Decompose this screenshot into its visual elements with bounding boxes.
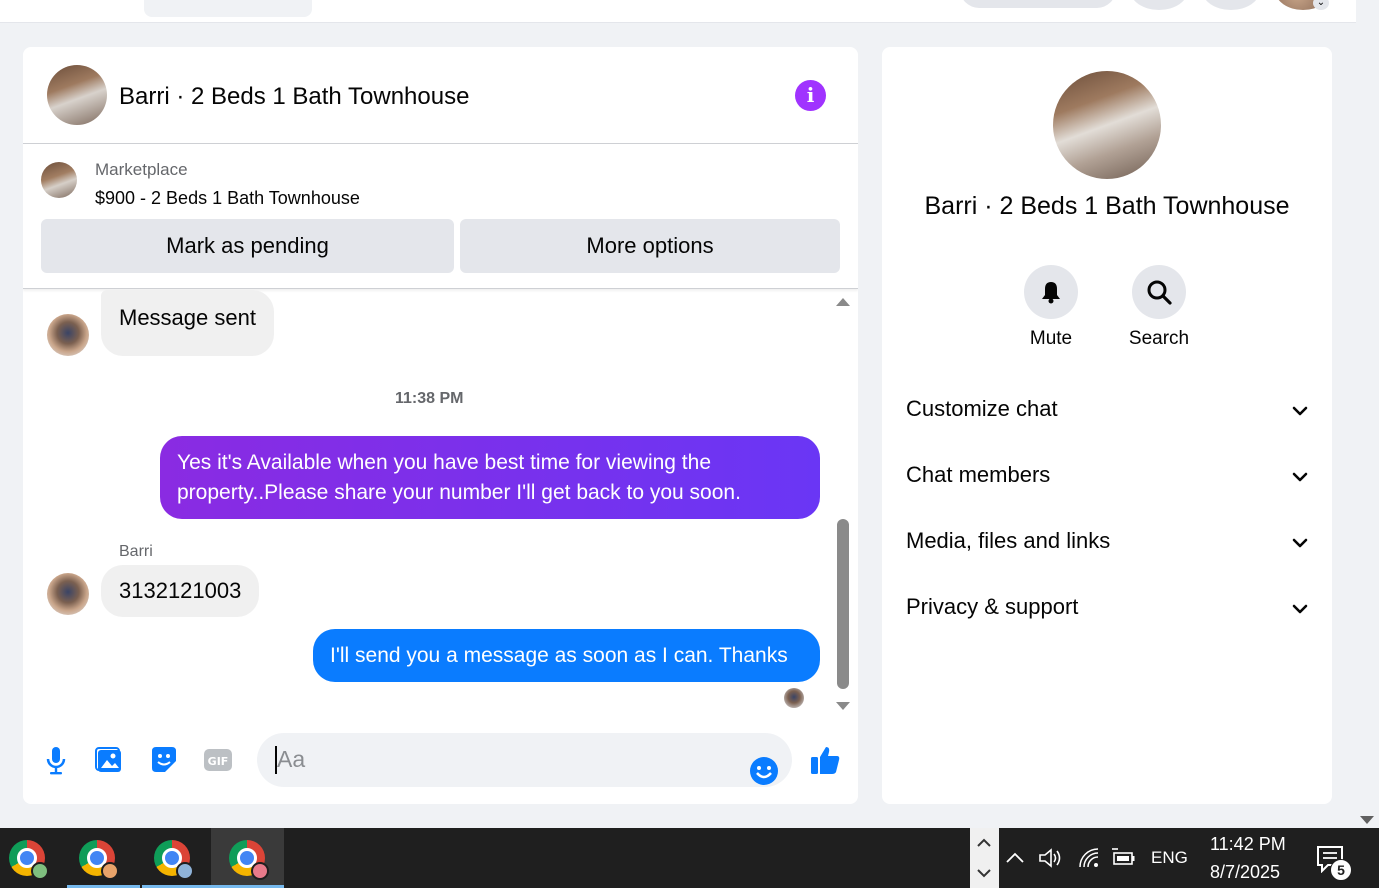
section-label: Customize chat bbox=[906, 396, 1058, 421]
sender-avatar[interactable] bbox=[47, 314, 89, 356]
chrome-icon bbox=[9, 840, 49, 880]
chevron-up-icon[interactable] bbox=[977, 838, 991, 848]
sticker-icon[interactable] bbox=[147, 743, 181, 777]
clock-time[interactable]: 11:42 PM bbox=[1210, 834, 1286, 855]
chat-panel: Barri · 2 Beds 1 Bath Townhouse i Market… bbox=[23, 47, 858, 804]
show-hidden-icons-chevron-icon[interactable] bbox=[1005, 850, 1025, 866]
chevron-down-icon bbox=[1292, 472, 1308, 482]
nav-search[interactable] bbox=[960, 0, 1116, 8]
mark-as-pending-button[interactable]: Mark as pending bbox=[41, 219, 454, 273]
mute-label: Mute bbox=[1029, 328, 1073, 349]
section-label: Privacy & support bbox=[906, 594, 1079, 619]
section-customize-chat[interactable]: Customize chat bbox=[906, 396, 1311, 426]
page-scrollbar[interactable] bbox=[1356, 0, 1379, 828]
conversation-info-panel: Barri · 2 Beds 1 Bath Townhouse Mute Sea… bbox=[882, 47, 1332, 804]
seen-indicator-avatar bbox=[784, 688, 804, 708]
profile-badge-icon bbox=[31, 862, 49, 880]
conversation-title: Barri · 2 Beds 1 Bath Townhouse bbox=[924, 192, 1290, 220]
tray-scroller[interactable] bbox=[970, 828, 999, 888]
sender-name: Barri bbox=[119, 543, 153, 560]
search-button[interactable]: Search bbox=[1114, 265, 1204, 350]
chat-header: Barri · 2 Beds 1 Bath Townhouse i bbox=[23, 47, 858, 144]
marketplace-banner: Marketplace $900 - 2 Beds 1 Bath Townhou… bbox=[23, 144, 858, 289]
message-bubble-incoming[interactable]: Message sent bbox=[101, 290, 274, 356]
chevron-down-icon bbox=[1292, 406, 1308, 416]
taskbar-chrome-1[interactable] bbox=[0, 828, 63, 888]
chevron-down-icon bbox=[1292, 604, 1308, 614]
photo-icon[interactable] bbox=[93, 743, 127, 777]
clock-date[interactable]: 8/7/2025 bbox=[1210, 862, 1280, 883]
message-composer: GIF Aa bbox=[23, 715, 858, 804]
menu-button[interactable] bbox=[1130, 0, 1188, 10]
search-button-circle[interactable] bbox=[1132, 265, 1186, 319]
taskbar-chrome-3[interactable] bbox=[142, 828, 215, 888]
search-icon bbox=[1147, 280, 1172, 305]
chevron-down-icon bbox=[1292, 538, 1308, 548]
chat-avatar[interactable] bbox=[47, 65, 107, 125]
battery-icon[interactable] bbox=[1110, 847, 1136, 869]
profile-badge-icon bbox=[251, 862, 269, 880]
taskbar-chrome-2[interactable] bbox=[67, 828, 140, 888]
wifi-icon[interactable] bbox=[1078, 847, 1102, 869]
chrome-icon bbox=[154, 840, 194, 880]
message-timestamp: 11:38 PM bbox=[395, 390, 464, 407]
nav-tab[interactable] bbox=[144, 0, 312, 17]
message-scrollbar[interactable] bbox=[835, 290, 852, 715]
search-label: Search bbox=[1128, 328, 1190, 349]
mute-button[interactable]: Mute bbox=[1006, 265, 1096, 350]
notification-count-badge: 5 bbox=[1330, 859, 1352, 881]
message-bubble-outgoing[interactable]: Yes it's Available when you have best ti… bbox=[160, 436, 820, 519]
section-label: Chat members bbox=[906, 462, 1051, 487]
mute-button-circle[interactable] bbox=[1024, 265, 1078, 319]
chevron-down-icon[interactable] bbox=[977, 868, 991, 878]
listing-title[interactable]: $900 - 2 Beds 1 Bath Townhouse bbox=[95, 188, 360, 209]
emoji-icon[interactable] bbox=[749, 756, 779, 786]
gif-icon[interactable]: GIF bbox=[201, 743, 235, 777]
like-icon[interactable] bbox=[808, 743, 842, 777]
section-chat-members[interactable]: Chat members bbox=[906, 462, 1311, 492]
message-list: Message sent 11:38 PM Yes it's Available… bbox=[23, 290, 858, 715]
microphone-icon[interactable] bbox=[39, 743, 73, 777]
profile-avatar[interactable]: ⌄ bbox=[1275, 0, 1331, 10]
listing-thumbnail[interactable] bbox=[41, 162, 77, 198]
message-bubble-outgoing[interactable]: I'll send you a message as soon as I can… bbox=[313, 629, 820, 682]
more-options-button[interactable]: More options bbox=[460, 219, 840, 273]
sender-avatar[interactable] bbox=[47, 573, 89, 615]
scroll-up-arrow[interactable] bbox=[836, 298, 850, 306]
section-media-files-links[interactable]: Media, files and links bbox=[906, 528, 1311, 558]
chevron-down-icon: ⌄ bbox=[1313, 0, 1329, 10]
bell-icon bbox=[1042, 282, 1060, 304]
messenger-button[interactable] bbox=[1202, 0, 1260, 10]
taskbar-chrome-4[interactable] bbox=[211, 828, 284, 888]
scrollbar-thumb[interactable] bbox=[837, 519, 849, 689]
windows-taskbar: ENG 11:42 PM 8/7/2025 bbox=[0, 828, 1379, 888]
volume-icon[interactable] bbox=[1038, 847, 1064, 869]
language-indicator[interactable]: ENG bbox=[1151, 848, 1188, 868]
scroll-down-arrow[interactable] bbox=[836, 702, 850, 710]
scroll-down-arrow[interactable] bbox=[1360, 816, 1374, 824]
message-input[interactable]: Aa bbox=[257, 733, 792, 787]
profile-badge-icon bbox=[101, 862, 119, 880]
message-input-placeholder: Aa bbox=[277, 746, 306, 772]
section-label: Media, files and links bbox=[906, 528, 1111, 553]
notification-center-button[interactable]: 5 bbox=[1316, 845, 1352, 881]
chrome-icon bbox=[229, 840, 269, 880]
info-icon[interactable]: i bbox=[795, 80, 826, 111]
top-navigation-bar: ⌄ bbox=[0, 0, 1356, 23]
marketplace-label: Marketplace bbox=[95, 160, 188, 179]
message-bubble-incoming[interactable]: 3132121003 bbox=[101, 565, 260, 617]
chat-title[interactable]: Barri · 2 Beds 1 Bath Townhouse bbox=[119, 83, 469, 111]
profile-badge-icon bbox=[176, 862, 194, 880]
section-privacy-support[interactable]: Privacy & support bbox=[906, 594, 1311, 624]
conversation-avatar[interactable] bbox=[1053, 71, 1161, 179]
chrome-icon bbox=[79, 840, 119, 880]
svg-text:GIF: GIF bbox=[208, 755, 229, 768]
